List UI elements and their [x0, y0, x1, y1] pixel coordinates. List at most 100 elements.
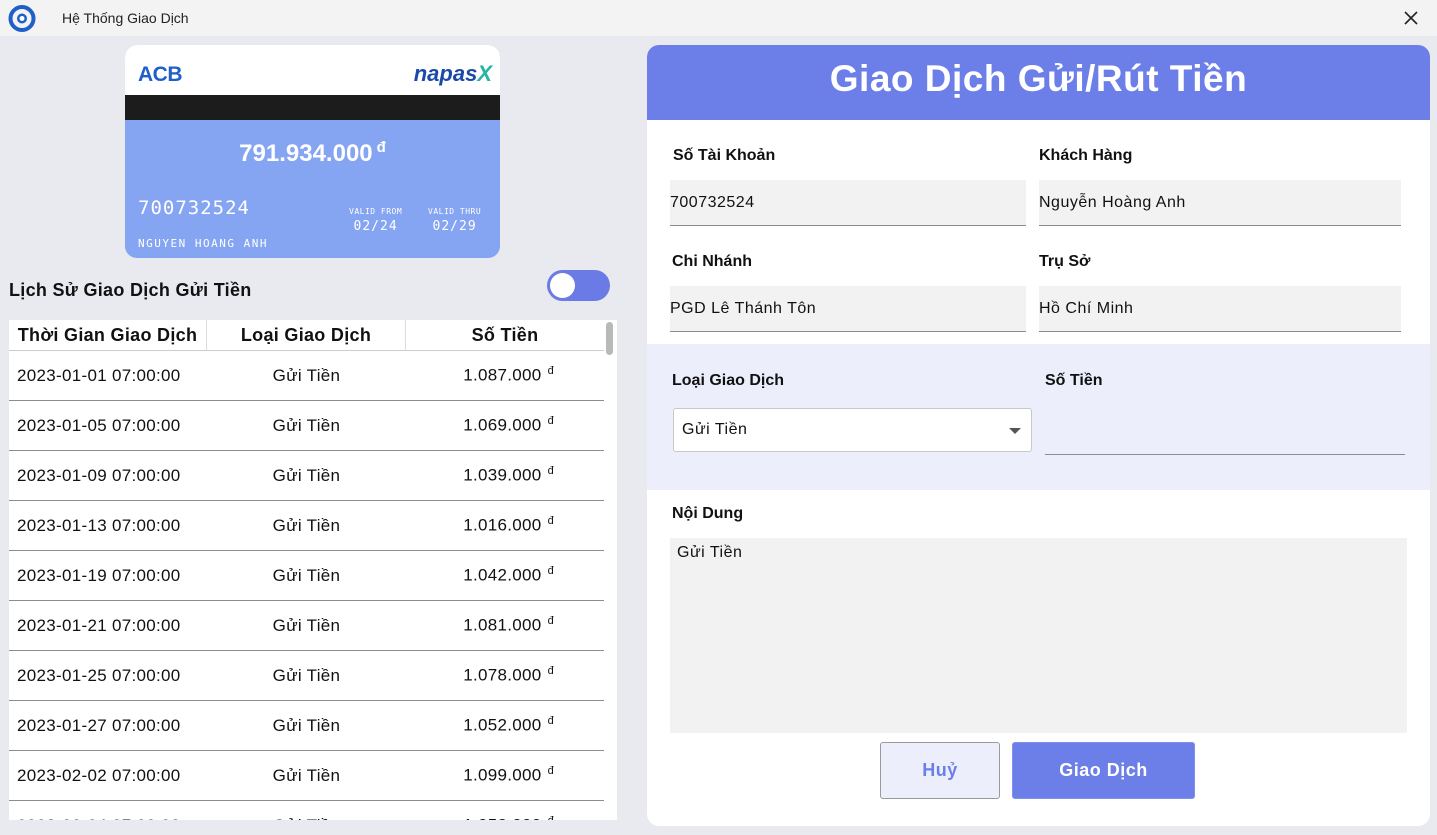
- title-bar: Hệ Thống Giao Dịch: [0, 0, 1437, 36]
- cell-amount: 1.058.000 đ: [406, 815, 604, 820]
- close-button[interactable]: [1393, 3, 1429, 33]
- cell-time: 2023-01-13 07:00:00: [17, 515, 181, 535]
- cell-time: 2023-01-19 07:00:00: [17, 565, 181, 585]
- cell-time: 2023-01-01 07:00:00: [17, 365, 181, 385]
- table-row[interactable]: 2023-02-04 07:00:00Gửi Tiền 1.058.000 đ: [9, 801, 604, 820]
- table-row[interactable]: 2023-01-13 07:00:00 Gửi Tiền 1.016.000 đ: [9, 501, 604, 551]
- cell-type: Gửi Tiền: [272, 715, 341, 735]
- table-row[interactable]: 2023-01-25 07:00:00 Gửi Tiền 1.078.000 đ: [9, 651, 604, 701]
- cell-amount: 1.069.000 đ: [406, 415, 604, 436]
- table-row[interactable]: 2023-01-21 07:00:00 Gửi Tiền 1.081.000 đ: [9, 601, 604, 651]
- amount-currency: đ: [548, 815, 554, 820]
- history-toggle[interactable]: [547, 270, 610, 301]
- account-field[interactable]: 700732524: [670, 180, 1026, 226]
- table-scrollbar[interactable]: [606, 322, 613, 355]
- amount-currency: đ: [547, 415, 554, 428]
- cell-type: Gửi Tiền: [272, 465, 341, 485]
- network-name: napas: [413, 61, 478, 86]
- column-header-type[interactable]: Loại Giao Dịch: [207, 320, 406, 350]
- content-textarea[interactable]: Gửi Tiền: [670, 538, 1407, 733]
- amount-currency: đ: [547, 365, 554, 378]
- table-row[interactable]: 2023-01-19 07:00:00 Gửi Tiền 1.042.000 đ: [9, 551, 604, 601]
- cell-amount: 1.078.000 đ: [406, 665, 604, 686]
- amount-value: 1.087.000: [463, 365, 542, 385]
- amount-value: 1.016.000: [463, 515, 542, 535]
- cell-time: 2023-02-02 07:00:00: [17, 765, 181, 785]
- cell-time: 2023-01-05 07:00:00: [17, 415, 181, 435]
- cell-type: Gửi Tiền: [207, 816, 406, 821]
- amount-value: 1.099.000: [463, 765, 542, 785]
- valid-from-value: 02/24: [353, 219, 398, 234]
- cell-type: Gửi Tiền: [272, 365, 341, 385]
- history-table: Thời Gian Giao Dịch Loại Giao Dịch Số Ti…: [9, 320, 617, 820]
- cell-amount: 1.039.000 đ: [406, 465, 604, 486]
- amount-currency: đ: [547, 765, 554, 778]
- column-header-amount[interactable]: Số Tiền: [406, 320, 604, 350]
- balance-currency: đ: [376, 139, 386, 156]
- card-number: 700732524: [138, 197, 250, 219]
- card-balance: 791.934.000 đ: [125, 139, 500, 168]
- cell-type: Gửi Tiền: [272, 415, 341, 435]
- cell-amount: 1.052.000 đ: [406, 715, 604, 736]
- table-row[interactable]: 2023-01-05 07:00:00 Gửi Tiền 1.069.000 đ: [9, 401, 604, 451]
- branch-field[interactable]: PGD Lê Thánh Tôn: [670, 286, 1026, 332]
- table-row[interactable]: 2023-02-02 07:00:00 Gửi Tiền 1.099.000 đ: [9, 751, 604, 801]
- content-label: Nội Dung: [672, 505, 744, 522]
- amount-value: 1.039.000: [463, 465, 542, 485]
- table-header: Thời Gian Giao Dịch Loại Giao Dịch Số Ti…: [9, 320, 604, 351]
- amount-value: 1.078.000: [463, 665, 542, 685]
- cell-amount: 1.081.000 đ: [406, 615, 604, 636]
- cell-type: Gửi Tiền: [272, 515, 341, 535]
- close-icon: [1404, 11, 1418, 25]
- customer-field[interactable]: Nguyễn Hoàng Anh: [1039, 180, 1401, 226]
- table-body: 2023-01-01 07:00:00 Gửi Tiền 1.087.000 đ 202…: [9, 351, 604, 820]
- history-title: Lịch Sử Giao Dịch Gửi Tiền: [9, 280, 252, 300]
- card-holder: NGUYEN HOANG ANH: [138, 237, 268, 250]
- table-row[interactable]: 2023-01-01 07:00:00 Gửi Tiền 1.087.000 đ: [9, 351, 604, 401]
- valid-from-label: VALID FROM: [349, 207, 403, 216]
- cell-amount: 1.042.000 đ: [406, 565, 604, 586]
- valid-thru: VALID THRU 02/29: [428, 207, 481, 234]
- transaction-type-value: Gửi Tiền: [682, 421, 748, 438]
- amount-label: Số Tiền: [1045, 372, 1103, 389]
- panel-header: Giao Dịch Gửi/Rút Tiền: [647, 45, 1430, 120]
- account-label: Số Tài Khoản: [673, 147, 776, 164]
- amount-value: 1.058.000: [463, 816, 541, 820]
- cell-time: 2023-01-09 07:00:00: [17, 465, 181, 485]
- cell-amount: 1.087.000 đ: [406, 365, 604, 386]
- panel-title: Giao Dịch Gửi/Rút Tiền: [829, 58, 1248, 99]
- cell-amount: 1.016.000 đ: [406, 515, 604, 536]
- submit-transaction-button[interactable]: Giao Dịch: [1012, 742, 1195, 799]
- table-row[interactable]: 2023-01-09 07:00:00 Gửi Tiền 1.039.000 đ: [9, 451, 604, 501]
- valid-thru-label: VALID THRU: [428, 207, 482, 216]
- cell-time: 2023-01-25 07:00:00: [17, 665, 181, 685]
- cell-time: 2023-01-21 07:00:00: [17, 615, 181, 635]
- hq-field[interactable]: Hồ Chí Minh: [1039, 286, 1401, 332]
- amount-currency: đ: [547, 665, 554, 678]
- amount-value: 1.042.000: [463, 565, 542, 585]
- network-logo: napasX: [414, 61, 492, 87]
- amount-input[interactable]: [1045, 408, 1405, 455]
- cancel-button[interactable]: Huỷ: [880, 742, 1000, 799]
- balance-value: 791.934.000: [239, 140, 373, 167]
- network-mark: X: [477, 61, 492, 86]
- cell-time: 2023-01-27 07:00:00: [17, 715, 181, 735]
- column-header-time[interactable]: Thời Gian Giao Dịch: [9, 320, 207, 350]
- amount-value: 1.069.000: [463, 415, 542, 435]
- bank-card: ACB napasX 791.934.000 đ 700732524 VALID …: [125, 45, 500, 258]
- amount-currency: đ: [547, 515, 554, 528]
- hq-label: Trụ Sở: [1039, 253, 1091, 270]
- transaction-type-select[interactable]: Gửi Tiền: [673, 408, 1032, 452]
- cell-type: Gửi Tiền: [272, 665, 341, 685]
- valid-from: VALID FROM 02/24: [349, 207, 402, 234]
- amount-currency: đ: [547, 465, 554, 478]
- chevron-down-icon: [1009, 428, 1021, 434]
- cell-type: Gửi Tiền: [272, 615, 341, 635]
- amount-currency: đ: [547, 615, 554, 628]
- cell-time: 2023-02-04 07:00:00: [9, 816, 207, 821]
- valid-thru-value: 02/29: [432, 219, 477, 234]
- bank-logo: ACB: [138, 63, 183, 86]
- customer-label: Khách Hàng: [1039, 147, 1133, 164]
- table-row[interactable]: 2023-01-27 07:00:00 Gửi Tiền 1.052.000 đ: [9, 701, 604, 751]
- amount-currency: đ: [547, 715, 554, 728]
